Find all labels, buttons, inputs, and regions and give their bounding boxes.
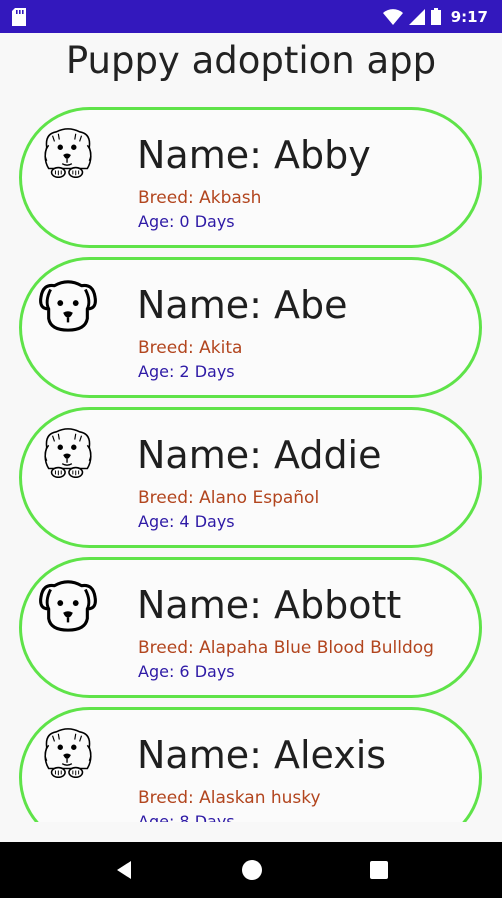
puppy-breed: Breed: Akbash [138,188,262,208]
signal-icon [408,8,425,25]
sd-card-icon [12,7,26,26]
dog-face-icon [39,580,97,632]
nav-gap [0,822,502,842]
puppy-age: Age: 4 Days [138,512,235,531]
puppy-name: Name: Abbott [137,583,402,627]
puppy-name: Name: Alexis [137,733,387,777]
fluffy-dog-icon [44,728,92,779]
puppy-breed: Breed: Alaskan husky [138,788,321,808]
recents-button[interactable] [369,860,389,880]
puppy-breed: Breed: Alapaha Blue Blood Bulldog [138,638,434,658]
puppy-age: Age: 2 Days [138,362,235,381]
back-button[interactable] [113,859,135,881]
fluffy-dog-icon [44,128,92,179]
battery-icon [430,8,441,25]
app-content: Puppy adoption app Name: Abby Breed: Akb… [0,33,502,822]
status-time: 9:17 [450,7,488,26]
puppy-age: Age: 0 Days [138,212,235,231]
puppy-card[interactable]: Name: Abby Breed: Akbash Age: 0 Days [19,107,482,248]
puppy-age: Age: 6 Days [138,662,235,681]
puppy-name: Name: Abe [137,283,348,327]
puppy-breed: Breed: Akita [138,338,243,358]
page-title: Puppy adoption app [65,39,437,82]
puppy-card[interactable]: Name: Addie Breed: Alano Español Age: 4 … [19,407,482,548]
puppy-name: Name: Addie [137,433,382,477]
puppy-card[interactable]: Name: Abbott Breed: Alapaha Blue Blood B… [19,557,482,698]
navigation-bar [0,842,502,898]
puppy-card[interactable]: Name: Alexis Breed: Alaskan husky Age: 8… [19,707,482,822]
puppy-card[interactable]: Name: Abe Breed: Akita Age: 2 Days [19,257,482,398]
puppy-age: Age: 8 Days [138,812,235,822]
fluffy-dog-icon [44,428,92,479]
wifi-icon [382,8,403,25]
status-bar: 9:17 [0,0,502,33]
puppy-breed: Breed: Alano Español [138,488,320,508]
home-button[interactable] [241,859,263,881]
dog-face-icon [39,280,97,332]
puppy-name: Name: Abby [137,133,371,177]
